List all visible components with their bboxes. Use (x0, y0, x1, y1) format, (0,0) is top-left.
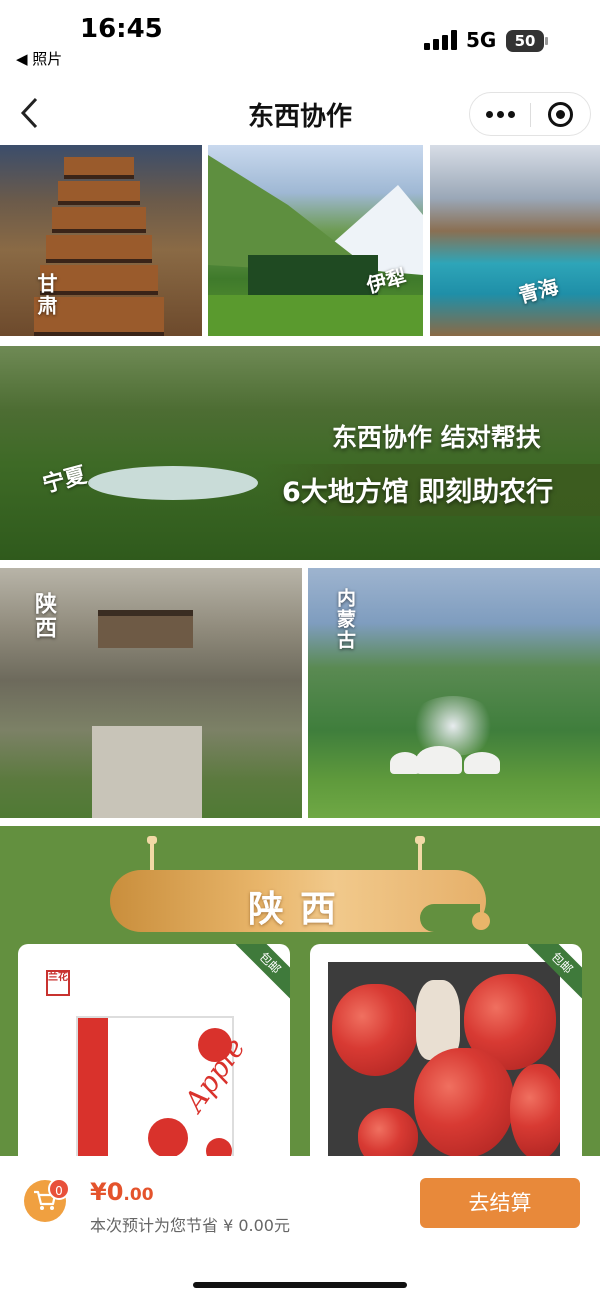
region-label-neimenggu: 内蒙古 (334, 588, 356, 651)
price-integer: 0 (106, 1178, 124, 1206)
free-shipping-badge: 包邮 (226, 944, 290, 1007)
product-box-text: Apple (177, 1031, 252, 1118)
product-image (328, 962, 560, 1174)
capsule-divider (530, 103, 531, 127)
region-tile-shaanxi[interactable]: 陕西 (0, 568, 302, 818)
yurt-illustration (416, 746, 462, 774)
total-price: ¥0.00 (90, 1178, 154, 1206)
region-tile-neimenggu[interactable]: 内蒙古 (308, 568, 600, 818)
region-tile-yili[interactable]: 伊犁 (208, 145, 423, 336)
region-tile-gansu[interactable]: 甘肃 (0, 145, 202, 336)
banner-slogan-1: 东西协作 结对帮扶 (332, 423, 541, 452)
region-label-shaanxi: 陕西 (31, 592, 57, 640)
lake-illustration (88, 466, 258, 500)
battery-icon: 50 (506, 30, 548, 52)
nav-bar: 东西协作 (0, 84, 600, 144)
more-icon[interactable] (486, 111, 516, 119)
close-miniapp-icon[interactable] (548, 102, 573, 127)
smoke-illustration (408, 696, 498, 756)
banner-slogan-2: 6大地方馆 即刻助农行 (282, 477, 554, 508)
product-image: Apple (76, 1016, 252, 1174)
miniapp-capsule (469, 92, 591, 136)
status-bar: 16:45 ◀ 照片 5G 50 (0, 0, 600, 80)
region-label-qinghai: 青海 (515, 274, 561, 308)
currency-symbol: ¥ (90, 1178, 107, 1206)
signal-icon (424, 30, 460, 50)
mountain-illustration (208, 155, 423, 336)
cart-count-badge: 0 (48, 1178, 70, 1200)
yurt-illustration (464, 752, 500, 774)
section-title: 陕西 (247, 888, 352, 930)
product-card[interactable]: 包邮 兰花 Apple (18, 944, 290, 1174)
plaza-illustration (92, 726, 202, 818)
city-gate-illustration (98, 610, 193, 648)
checkout-button[interactable]: 去结算 (420, 1178, 580, 1228)
back-to-app-link[interactable]: ◀ 照片 (16, 48, 62, 69)
brand-logo: 兰花 (46, 970, 70, 996)
saving-text: 本次预计为您节省 ¥ 0.00元 (90, 1216, 290, 1235)
product-card[interactable]: 包邮 (310, 944, 582, 1174)
network-type: 5G (466, 28, 497, 52)
cart-bar: 0 ¥0.00 本次预计为您节省 ¥ 0.00元 去结算 (0, 1156, 600, 1300)
home-indicator[interactable] (193, 1282, 407, 1288)
region-label-gansu: 甘肃 (34, 273, 58, 317)
price-decimal: .00 (123, 1185, 154, 1205)
region-tile-qinghai[interactable]: 青海 (430, 145, 600, 336)
region-label-ningxia: 宁夏 (39, 461, 90, 499)
page: 16:45 ◀ 照片 5G 50 东西协作 甘肃 伊犁 青海 宁夏 东西协作 结… (0, 0, 600, 1300)
status-time: 16:45 (80, 14, 163, 44)
